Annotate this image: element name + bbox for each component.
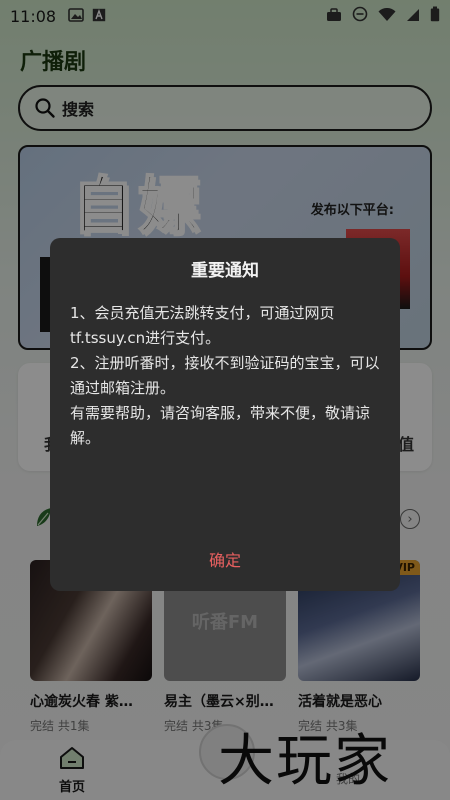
dialog-body: 1、会员充值无法跳转支付，可通过网页tf.tssuy.cn进行支付。 2、注册听… xyxy=(70,301,385,451)
notice-dialog: 重要通知 1、会员充值无法跳转支付，可通过网页tf.tssuy.cn进行支付。 … xyxy=(50,238,400,591)
dialog-title: 重要通知 xyxy=(191,261,259,281)
confirm-button[interactable]: 确定 xyxy=(50,547,400,571)
dialog-line: 2、注册听番时，接收不到验证码的宝宝，可以通过邮箱注册。 xyxy=(70,354,380,397)
dialog-line: 有需要帮助，请咨询客服，带来不便，敬请谅解。 xyxy=(70,404,371,447)
dialog-line: 1、会员充值无法跳转支付，可通过网页tf.tssuy.cn进行支付。 xyxy=(70,304,335,347)
